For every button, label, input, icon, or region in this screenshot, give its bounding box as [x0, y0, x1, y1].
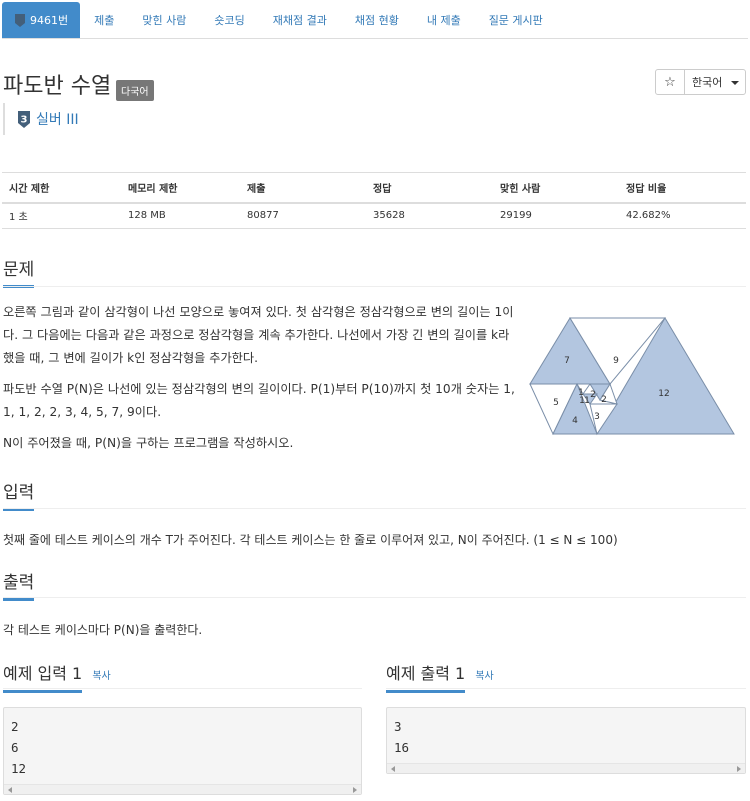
header-submissions: 제출: [240, 172, 366, 204]
tab-problem-label: 9461번: [30, 14, 69, 27]
spiral-triangles-figure: 7 9 12 5 1 2 1 1 2 3 4: [529, 317, 735, 436]
submissions-value: 80877: [240, 202, 366, 229]
section-divider: [3, 688, 362, 689]
tab-rejudge-results[interactable]: 재채점 결과: [259, 2, 341, 38]
sample-input-line: 12: [11, 761, 27, 776]
figure-label: 2: [601, 395, 607, 405]
figure-label: 12: [658, 389, 669, 399]
figure-label: 9: [613, 356, 619, 366]
horizontal-scrollbar[interactable]: [4, 784, 361, 794]
scroll-left-arrow-icon[interactable]: [8, 787, 12, 793]
header-memory-limit: 메모리 제한: [121, 172, 240, 204]
header-time-limit: 시간 제한: [2, 172, 121, 204]
figure-label: 7: [564, 356, 570, 366]
sample-input-line: 2: [11, 719, 19, 734]
language-select[interactable]: 한국어: [684, 69, 746, 95]
figure-label: 4: [572, 416, 578, 426]
accepted-value: 35628: [366, 202, 493, 229]
input-section-title: 입력: [3, 478, 35, 511]
memory-limit-value: 128 MB: [121, 202, 240, 229]
figure-label: 3: [594, 412, 600, 422]
star-icon: ☆: [664, 74, 676, 90]
header-accepted: 정답: [366, 172, 493, 204]
table-row: 1 초 128 MB 80877 35628 29199 42.682%: [2, 202, 746, 229]
page-title: 파도반 수열: [3, 74, 112, 99]
problem-section-heading: 문제: [3, 255, 35, 288]
header-accept-ratio: 정답 비율: [619, 172, 746, 204]
sample-output-line: 3: [394, 719, 402, 734]
figure-label: 2: [590, 390, 596, 400]
sample-output-box[interactable]: 3 16: [386, 707, 746, 774]
scroll-right-arrow-icon[interactable]: [353, 787, 357, 793]
problem-paragraph: 파도반 수열 P(N)은 나선에 있는 정삼각형의 변의 길이이다. P(1)부…: [3, 382, 515, 419]
input-section-heading: 입력: [3, 478, 35, 511]
input-description: 첫째 줄에 테스트 케이스의 개수 T가 주어진다. 각 테스트 케이스는 한 …: [3, 533, 618, 547]
section-divider: [3, 597, 746, 598]
nav-divider: [2, 38, 748, 39]
tab-my-submissions[interactable]: 내 제출: [413, 2, 475, 38]
time-limit-value: 1 초: [2, 202, 121, 229]
tab-short-coding[interactable]: 숏코딩: [200, 2, 258, 38]
language-select-value: 한국어: [692, 76, 723, 89]
tab-judge-status[interactable]: 채점 현황: [341, 2, 413, 38]
solved-users-value: 29199: [493, 202, 619, 229]
horizontal-scrollbar[interactable]: [387, 763, 745, 773]
tab-submit[interactable]: 제출: [80, 2, 128, 38]
figure-label: 5: [553, 398, 559, 408]
section-divider: [3, 286, 746, 287]
copy-sample-output-link[interactable]: 복사: [475, 671, 493, 682]
problem-description: 오른쪽 그림과 같이 삼각형이 나선 모양으로 놓여져 있다. 첫 삼각형은 정…: [3, 301, 523, 463]
section-divider: [386, 688, 746, 689]
copy-sample-input-link[interactable]: 복사: [92, 671, 110, 682]
problem-tier: 3 실버 III: [3, 103, 79, 135]
silver-tier-icon: 3: [18, 110, 30, 128]
tab-solved-users[interactable]: 맞힌 사람: [128, 2, 200, 38]
tier-label[interactable]: 실버 III: [36, 109, 79, 129]
table-header-row: 시간 제한 메모리 제한 제출 정답 맞힌 사람 정답 비율: [2, 172, 746, 204]
tier-badge-icon: [15, 13, 25, 27]
scroll-right-arrow-icon[interactable]: [737, 766, 741, 772]
figure-shapes: [529, 317, 735, 436]
problem-paragraph: 오른쪽 그림과 같이 삼각형이 나선 모양으로 놓여져 있다. 첫 삼각형은 정…: [3, 305, 514, 365]
problem-info-table: 시간 제한 메모리 제한 제출 정답 맞힌 사람 정답 비율 1 초 128 M…: [2, 172, 746, 229]
problem-paragraph: N이 주어졌을 때, P(N)을 구하는 프로그램을 작성하시오.: [3, 436, 294, 450]
output-description: 각 테스트 케이스마다 P(N)을 출력한다.: [3, 623, 203, 637]
scroll-left-arrow-icon[interactable]: [391, 766, 395, 772]
figure-label: 1: [584, 396, 590, 406]
caret-down-icon: [731, 81, 739, 85]
tier-icon-number: 3: [21, 114, 28, 125]
problem-nav-tabs: 9461번 제출 맞힌 사람 숏코딩 재채점 결과 채점 현황 내 제출 질문 …: [2, 2, 557, 38]
sample-input-line: 6: [11, 740, 19, 755]
tab-problem[interactable]: 9461번: [2, 2, 81, 38]
tab-question-board[interactable]: 질문 게시판: [475, 2, 557, 38]
language-tag-badge: 다국어: [116, 80, 154, 101]
sample-input-box[interactable]: 2 6 12: [3, 707, 362, 795]
problem-section-title: 문제: [3, 255, 35, 288]
favorite-star-button[interactable]: ☆: [655, 69, 685, 95]
accept-ratio-value: 42.682%: [619, 202, 746, 229]
sample-output-line: 16: [394, 740, 410, 755]
section-divider: [3, 508, 746, 509]
header-solved-users: 맞힌 사람: [493, 172, 619, 204]
